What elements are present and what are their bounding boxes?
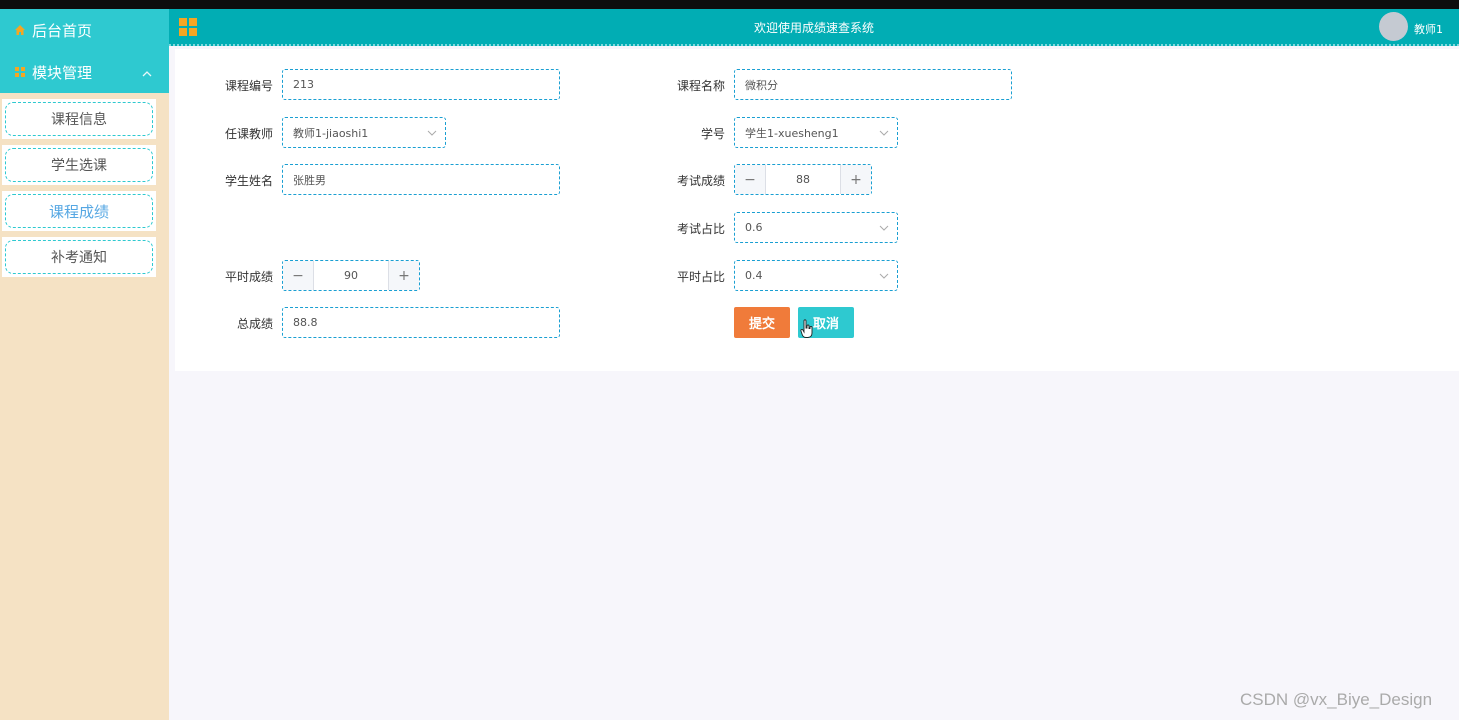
- course-name-label: 课程名称: [676, 79, 725, 93]
- page-title: 欢迎使用成绩速查系统: [753, 21, 874, 35]
- teacher-label: 任课教师: [224, 127, 273, 141]
- watermark: CSDN @vx_Biye_Design: [1240, 690, 1433, 709]
- course-no-field[interactable]: 213: [282, 69, 560, 100]
- course-name-value: 微积分: [745, 78, 778, 92]
- sidebar-home-label: 后台首页: [32, 21, 93, 40]
- exam-ratio-value: 0.6: [745, 221, 763, 234]
- sidebar-module-label: 模块管理: [32, 63, 93, 82]
- sidebar-home[interactable]: 后台首页: [0, 9, 169, 51]
- plus-icon[interactable]: +: [388, 261, 419, 290]
- student-name-field[interactable]: 张胜男: [282, 164, 560, 195]
- total-label: 总成绩: [236, 317, 273, 331]
- chevron-down-icon: [427, 128, 437, 138]
- usual-ratio-label: 平时占比: [676, 270, 725, 284]
- grid-icon: [14, 66, 26, 78]
- course-name-field[interactable]: 微积分: [734, 69, 1012, 100]
- student-no-select[interactable]: 学生1-xuesheng1: [734, 117, 898, 148]
- course-no-label: 课程编号: [224, 79, 273, 93]
- sidebar-item-makeup-notice[interactable]: 补考通知: [2, 237, 156, 277]
- sidebar-item-label: 补考通知: [5, 240, 153, 274]
- course-no-value: 213: [293, 78, 314, 91]
- chevron-up-icon[interactable]: [141, 66, 153, 78]
- grade-form-panel: 课程编号 213 课程名称 微积分 任课教师 教师1-jiaoshi1 学号 学…: [175, 49, 1459, 371]
- exam-score-stepper[interactable]: − 88 +: [734, 164, 872, 195]
- sidebar-module-menu[interactable]: 模块管理: [0, 51, 169, 93]
- sidebar-item-label: 学生选课: [5, 148, 153, 182]
- student-name-value: 张胜男: [293, 173, 326, 187]
- plus-icon[interactable]: +: [840, 165, 871, 194]
- teacher-value: 教师1-jiaoshi1: [293, 126, 369, 140]
- minus-icon[interactable]: −: [283, 261, 314, 290]
- chevron-down-icon: [879, 271, 889, 281]
- minus-icon[interactable]: −: [735, 165, 766, 194]
- total-value: 88.8: [293, 316, 318, 329]
- student-name-label: 学生姓名: [224, 174, 273, 188]
- sidebar-item-label: 课程成绩: [5, 194, 153, 228]
- teacher-select[interactable]: 教师1-jiaoshi1: [282, 117, 446, 148]
- student-no-value: 学生1-xuesheng1: [745, 126, 839, 140]
- avatar[interactable]: [1379, 12, 1408, 41]
- window-top-strip: [0, 0, 1459, 9]
- exam-score-label: 考试成绩: [676, 174, 725, 188]
- sidebar: 后台首页 模块管理 课程信息 学生选课 课程成绩 补考通知: [0, 9, 169, 720]
- exam-ratio-select[interactable]: 0.6: [734, 212, 898, 243]
- usual-ratio-value: 0.4: [745, 269, 763, 282]
- sidebar-item-course-info[interactable]: 课程信息: [2, 99, 156, 139]
- usual-ratio-select[interactable]: 0.4: [734, 260, 898, 291]
- sidebar-item-label: 课程信息: [5, 102, 153, 136]
- chevron-down-icon: [879, 128, 889, 138]
- usual-score-stepper[interactable]: − 90 +: [282, 260, 420, 291]
- hand-cursor-icon: [800, 319, 814, 339]
- sidebar-item-course-grades[interactable]: 课程成绩: [2, 191, 156, 231]
- student-no-label: 学号: [700, 127, 725, 141]
- total-field[interactable]: 88.8: [282, 307, 560, 338]
- chevron-down-icon: [879, 223, 889, 233]
- exam-ratio-label: 考试占比: [676, 222, 725, 236]
- username-label[interactable]: 教师1: [1414, 21, 1443, 37]
- usual-score-label: 平时成绩: [224, 270, 273, 284]
- usual-score-value[interactable]: 90: [314, 261, 388, 290]
- submit-button[interactable]: 提交: [734, 307, 790, 338]
- top-header: 欢迎使用成绩速查系统 教师1: [169, 9, 1459, 46]
- sidebar-item-course-selection[interactable]: 学生选课: [2, 145, 156, 185]
- home-icon: [14, 24, 26, 36]
- exam-score-value[interactable]: 88: [766, 165, 840, 194]
